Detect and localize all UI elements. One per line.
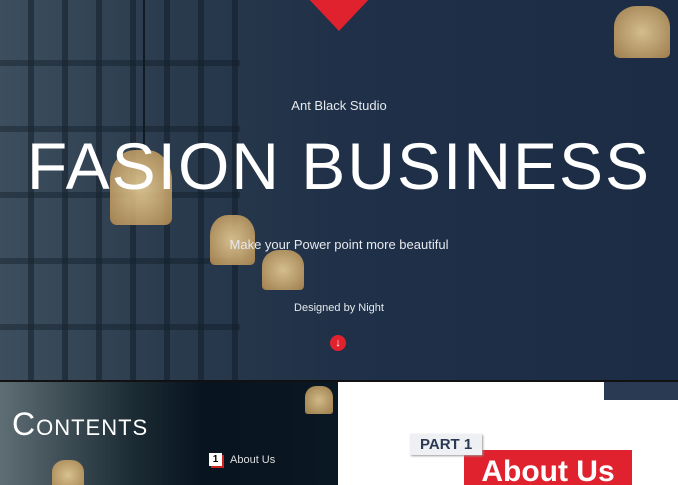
- red-triangle-decoration: [305, 0, 373, 31]
- part-slide[interactable]: PART 1 About Us: [338, 382, 678, 485]
- studio-name: Ant Black Studio: [291, 98, 387, 113]
- lamp-image: [52, 460, 84, 485]
- designer-credit: Designed by Night: [294, 302, 384, 314]
- lamp-image: [305, 386, 333, 414]
- header-bar: [604, 382, 678, 400]
- lamp-image: [262, 250, 304, 290]
- contents-title: CONTENTS: [12, 406, 149, 442]
- contents-slide[interactable]: CONTENTS 1 About Us: [0, 382, 338, 485]
- contents-item[interactable]: 1 About Us: [209, 453, 275, 466]
- title-slide[interactable]: Ant Black Studio FASION BUSINESS Make yo…: [0, 0, 678, 380]
- arrow-down-icon[interactable]: ↓: [330, 335, 346, 351]
- part-title: About Us: [464, 450, 632, 485]
- slide-subtitle: Make your Power point more beautiful: [229, 237, 449, 252]
- item-number: 1: [209, 453, 222, 466]
- item-label: About Us: [230, 453, 276, 466]
- part-label: PART 1: [410, 434, 483, 455]
- slide-title: FASION BUSINESS: [26, 129, 652, 203]
- lamp-image: [614, 6, 670, 58]
